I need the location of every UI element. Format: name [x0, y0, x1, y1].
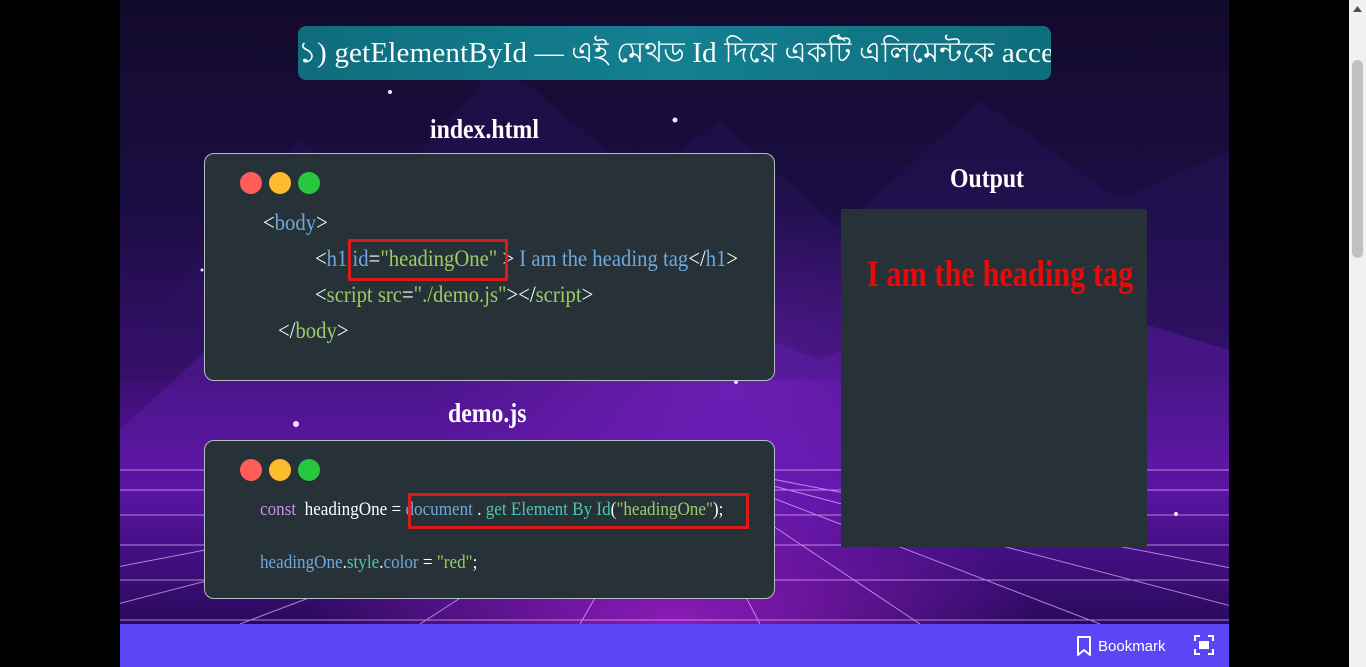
minimize-dot-icon	[269, 459, 291, 481]
scroll-up-icon	[1353, 5, 1362, 12]
window-controls	[240, 172, 320, 194]
output-label: Output	[950, 163, 1024, 193]
output-heading-text: I am the heading tag	[867, 254, 1134, 295]
html-file-label: index.html	[430, 114, 539, 144]
get-element-by-id-highlight	[408, 493, 749, 529]
html-line-body-close: </body>	[278, 318, 349, 343]
bookmark-label: Bookmark	[1098, 637, 1166, 655]
minimize-dot-icon	[269, 172, 291, 194]
slide-title-banner: ১) getElementById — এই মেথড Id দিয়ে একট…	[298, 26, 1051, 80]
js-line-style: headingOne.style.color = "red";	[260, 552, 478, 573]
html-code-window: <body> <h1 id="headingOne" > I am the he…	[204, 153, 775, 381]
maximize-dot-icon	[298, 459, 320, 481]
slide-title: ১) getElementById — এই মেথড Id দিয়ে একট…	[298, 37, 1051, 69]
lesson-viewer: ১) getElementById — এই মেথড Id দিয়ে একট…	[0, 0, 1366, 667]
id-attribute-highlight	[348, 239, 508, 281]
html-line-body-open: <body>	[263, 210, 328, 235]
window-controls	[240, 459, 320, 481]
js-code-window: const headingOne = document . get Elemen…	[204, 440, 775, 599]
scroll-up-button[interactable]	[1349, 0, 1366, 17]
fullscreen-button[interactable]	[1193, 634, 1215, 656]
fullscreen-icon	[1194, 635, 1214, 655]
maximize-dot-icon	[298, 172, 320, 194]
close-dot-icon	[240, 459, 262, 481]
left-gutter	[0, 0, 120, 667]
bookmark-button[interactable]: Bookmark	[1076, 633, 1166, 659]
output-panel: I am the heading tag	[841, 209, 1147, 547]
lesson-slide: ১) getElementById — এই মেথড Id দিয়ে একট…	[120, 0, 1229, 624]
bookmark-icon	[1077, 636, 1091, 656]
bottom-toolbar: Bookmark	[120, 624, 1229, 667]
js-file-label: demo.js	[448, 398, 527, 428]
right-gutter	[1229, 0, 1349, 667]
close-dot-icon	[240, 172, 262, 194]
html-line-script: <script src="./demo.js"></script>	[315, 282, 594, 307]
scrollbar-thumb[interactable]	[1352, 60, 1363, 258]
page-scrollbar[interactable]	[1349, 0, 1366, 667]
